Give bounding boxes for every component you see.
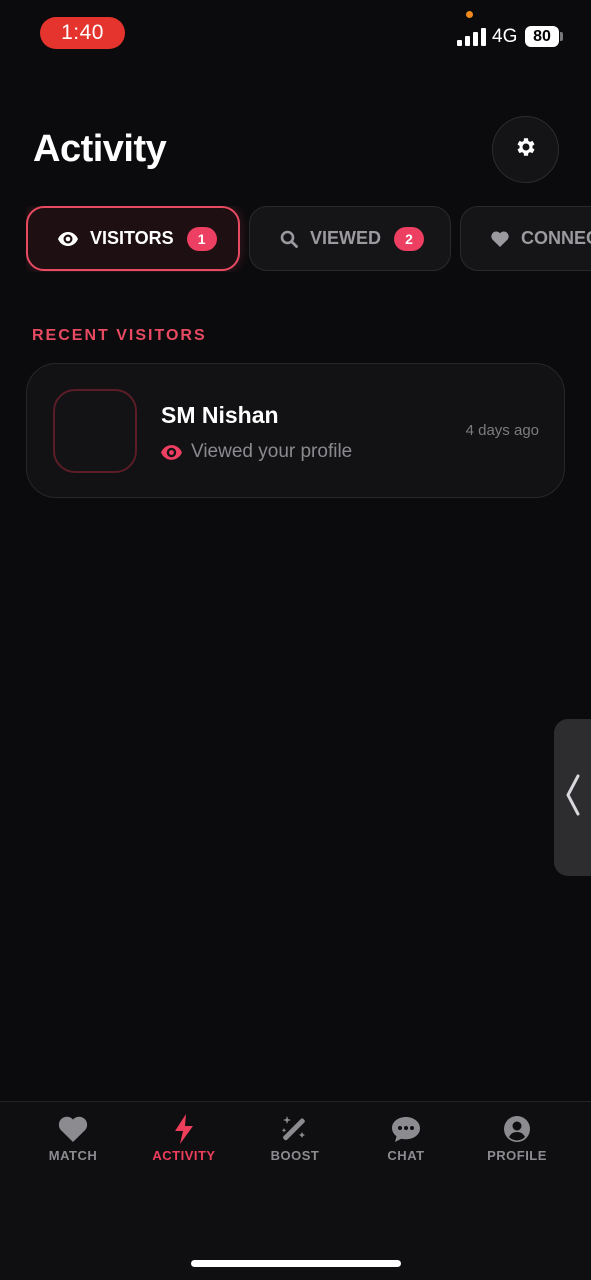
signal-strength-icon (457, 27, 486, 46)
chevron-left-icon (565, 774, 581, 821)
nav-match[interactable]: MATCH (18, 1114, 128, 1163)
visitor-subtitle: Viewed your profile (161, 441, 352, 463)
battery-icon: 80 (525, 26, 559, 47)
bottom-navigation: MATCH ACTIVITY BOOST CHAT PROFILE (0, 1101, 591, 1280)
nav-activity[interactable]: ACTIVITY (129, 1114, 239, 1163)
activity-tabs: VISITORS 1 VIEWED 2 CONNEC (26, 206, 591, 272)
magic-wand-icon (280, 1114, 310, 1144)
tab-visitors-label: VISITORS (90, 228, 174, 248)
nav-boost-label: BOOST (270, 1148, 320, 1163)
side-panel-handle[interactable] (554, 719, 591, 876)
visitor-time: 4 days ago (465, 422, 539, 439)
heart-icon (491, 230, 509, 247)
chat-bubble-icon (391, 1114, 421, 1144)
gear-icon (514, 135, 538, 164)
tab-connections[interactable]: CONNEC (460, 206, 591, 271)
user-circle-icon (503, 1114, 531, 1144)
page-title: Activity (33, 128, 167, 170)
tab-viewed-badge: 2 (394, 226, 425, 251)
search-icon (280, 230, 298, 248)
tab-visitors[interactable]: VISITORS 1 (26, 206, 240, 271)
eye-icon (58, 231, 78, 246)
eye-icon (161, 444, 182, 460)
tab-viewed[interactable]: VIEWED 2 (249, 206, 451, 271)
settings-button[interactable] (492, 116, 559, 183)
visitor-subtitle-text: Viewed your profile (191, 441, 353, 462)
tab-viewed-label: VIEWED (310, 228, 382, 248)
privacy-indicator-dot (466, 11, 473, 18)
nav-match-label: MATCH (48, 1148, 98, 1163)
heart-icon (58, 1114, 88, 1144)
avatar[interactable] (53, 389, 137, 473)
nav-profile-label: PROFILE (487, 1148, 547, 1163)
section-label-recent-visitors: RECENT VISITORS (32, 327, 207, 344)
home-indicator[interactable] (191, 1260, 401, 1267)
tab-connections-label: CONNEC (521, 228, 591, 248)
status-time[interactable]: 1:40 (40, 17, 125, 49)
nav-chat[interactable]: CHAT (351, 1114, 461, 1163)
tab-visitors-badge: 1 (186, 226, 217, 251)
status-bar: 1:40 4G 80 (0, 0, 591, 70)
network-type: 4G (492, 26, 518, 47)
nav-boost[interactable]: BOOST (240, 1114, 350, 1163)
visitor-card[interactable]: SM Nishan Viewed your profile 4 days ago (26, 363, 565, 498)
nav-chat-label: CHAT (387, 1148, 425, 1163)
visitor-name: SM Nishan (161, 402, 279, 428)
nav-profile[interactable]: PROFILE (462, 1114, 572, 1163)
battery-tip (560, 32, 563, 41)
bolt-icon (173, 1114, 195, 1144)
nav-activity-label: ACTIVITY (152, 1148, 216, 1163)
